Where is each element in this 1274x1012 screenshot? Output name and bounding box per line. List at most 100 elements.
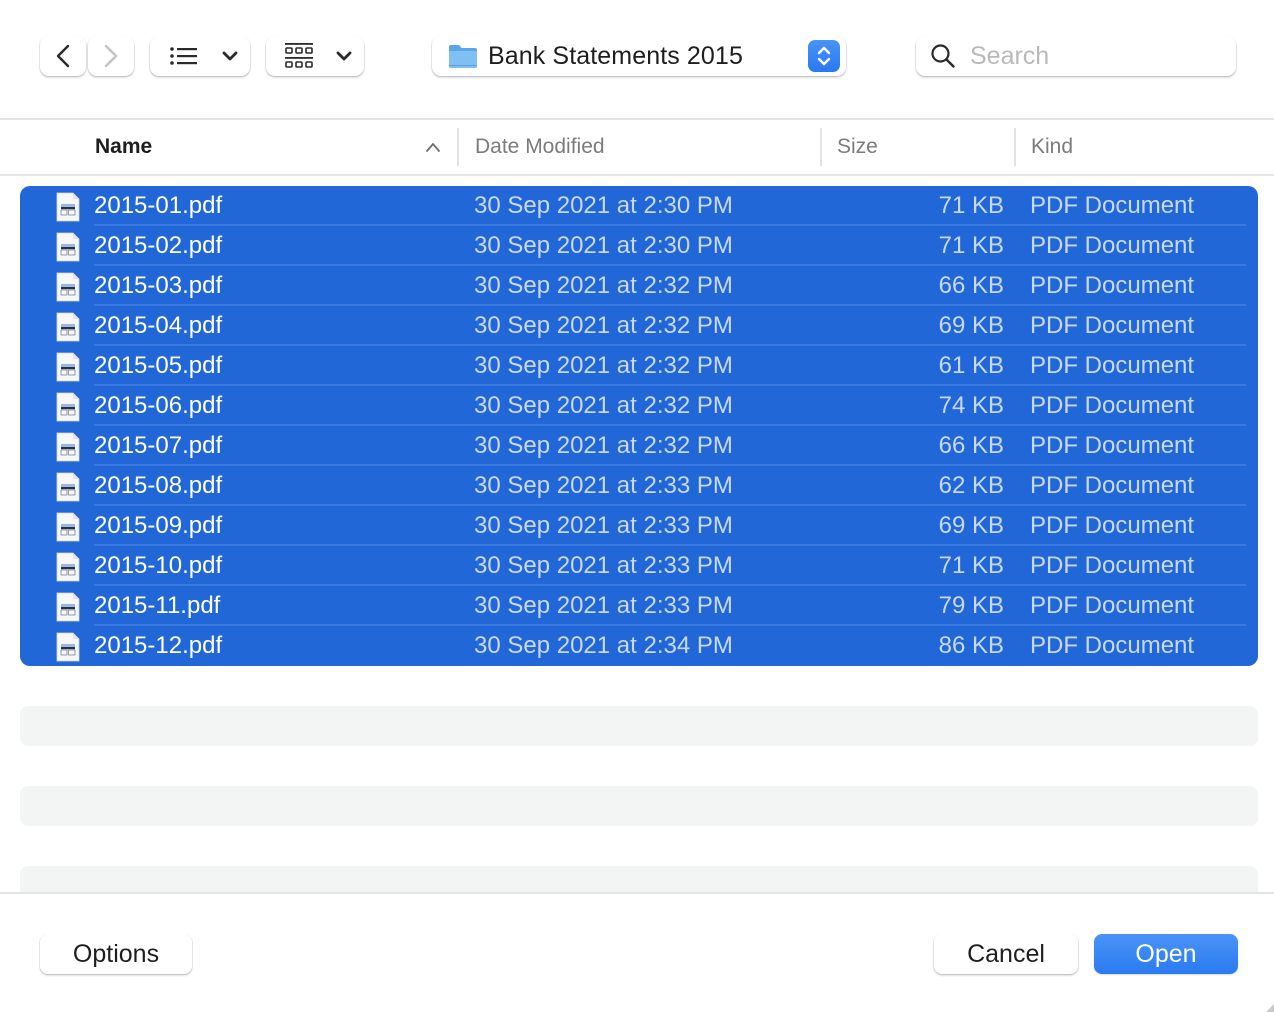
file-name: 2015-05.pdf <box>94 352 223 379</box>
file-size: 86 KB <box>938 632 1004 659</box>
pdf-file-icon <box>56 632 80 662</box>
column-separator[interactable] <box>820 128 822 166</box>
forward-button[interactable] <box>88 36 134 76</box>
group-by-button[interactable] <box>266 36 364 76</box>
file-row[interactable]: 2015-08.pdf 30 Sep 2021 at 2:33 PM 62 KB PD… <box>20 466 1258 506</box>
dialog-footer: Options Cancel Open <box>0 894 1274 1012</box>
column-header-name[interactable]: Name <box>95 120 152 174</box>
file-date-modified: 30 Sep 2021 at 2:32 PM <box>474 392 733 419</box>
search-field[interactable]: Search <box>916 36 1236 76</box>
file-size: 61 KB <box>938 352 1004 379</box>
file-row[interactable]: 2015-09.pdf 30 Sep 2021 at 2:33 PM 69 KB PD… <box>20 506 1258 546</box>
file-row[interactable]: 2015-07.pdf 30 Sep 2021 at 2:32 PM 66 KB PD… <box>20 426 1258 466</box>
chevron-left-icon <box>56 44 70 68</box>
view-mode-button[interactable] <box>150 36 250 76</box>
file-date-modified: 30 Sep 2021 at 2:30 PM <box>474 192 733 219</box>
file-kind: PDF Document <box>1030 512 1195 539</box>
cancel-button[interactable]: Cancel <box>934 934 1078 974</box>
file-kind: PDF Document <box>1030 472 1195 499</box>
file-name: 2015-06.pdf <box>94 392 223 419</box>
file-size: 71 KB <box>938 192 1004 219</box>
file-row[interactable]: 2015-11.pdf 30 Sep 2021 at 2:33 PM 79 KB PD… <box>20 586 1258 626</box>
file-kind: PDF Document <box>1030 232 1195 259</box>
file-name: 2015-04.pdf <box>94 312 223 339</box>
file-list[interactable]: 2015-01.pdf 30 Sep 2021 at 2:30 PM 71 KB PD… <box>20 186 1258 666</box>
file-name: 2015-02.pdf <box>94 232 223 259</box>
file-size: 62 KB <box>938 472 1004 499</box>
file-row[interactable]: 2015-01.pdf 30 Sep 2021 at 2:30 PM 71 KB PD… <box>20 186 1258 226</box>
file-date-modified: 30 Sep 2021 at 2:33 PM <box>474 472 733 499</box>
pdf-file-icon <box>56 232 80 262</box>
location-popup[interactable]: Bank Statements 2015 <box>432 36 846 76</box>
toolbar: Bank Statements 2015 Search <box>0 0 1274 118</box>
file-row[interactable]: 2015-10.pdf 30 Sep 2021 at 2:33 PM 71 KB PD… <box>20 546 1258 586</box>
file-kind: PDF Document <box>1030 592 1195 619</box>
chevron-right-icon <box>104 44 118 68</box>
group-grid-icon <box>285 43 313 68</box>
pdf-file-icon <box>56 432 80 462</box>
pdf-file-icon <box>56 592 80 622</box>
column-header-bar: Name Date Modified Size Kind <box>0 120 1274 174</box>
file-date-modified: 30 Sep 2021 at 2:32 PM <box>474 272 733 299</box>
file-date-modified: 30 Sep 2021 at 2:34 PM <box>474 632 733 659</box>
file-date-modified: 30 Sep 2021 at 2:32 PM <box>474 312 733 339</box>
search-input[interactable]: Search <box>970 42 1049 71</box>
file-row[interactable]: 2015-02.pdf 30 Sep 2021 at 2:30 PM 71 KB PD… <box>20 226 1258 266</box>
file-kind: PDF Document <box>1030 552 1195 579</box>
file-row[interactable]: 2015-04.pdf 30 Sep 2021 at 2:32 PM 69 KB PD… <box>20 306 1258 346</box>
options-button[interactable]: Options <box>40 934 192 974</box>
file-kind: PDF Document <box>1030 312 1195 339</box>
chevron-down-icon <box>336 51 352 61</box>
file-date-modified: 30 Sep 2021 at 2:33 PM <box>474 592 733 619</box>
file-date-modified: 30 Sep 2021 at 2:33 PM <box>474 512 733 539</box>
location-label: Bank Statements 2015 <box>488 41 743 70</box>
file-date-modified: 30 Sep 2021 at 2:30 PM <box>474 232 733 259</box>
pdf-file-icon <box>56 352 80 382</box>
chevron-down-icon <box>222 51 238 61</box>
file-name: 2015-11.pdf <box>94 592 221 619</box>
column-header-kind[interactable]: Kind <box>1031 120 1073 174</box>
file-name: 2015-07.pdf <box>94 432 223 459</box>
column-header-date-modified[interactable]: Date Modified <box>475 120 605 174</box>
file-size: 74 KB <box>938 392 1004 419</box>
list-view-icon <box>170 47 197 65</box>
file-kind: PDF Document <box>1030 352 1195 379</box>
file-row[interactable]: 2015-05.pdf 30 Sep 2021 at 2:32 PM 61 KB PD… <box>20 346 1258 386</box>
empty-row-stripe <box>20 866 1258 892</box>
open-button[interactable]: Open <box>1094 934 1238 974</box>
file-name: 2015-01.pdf <box>94 192 223 219</box>
pdf-file-icon <box>56 552 80 582</box>
file-row[interactable]: 2015-12.pdf 30 Sep 2021 at 2:34 PM 86 KB PD… <box>20 626 1258 666</box>
file-name: 2015-03.pdf <box>94 272 223 299</box>
file-row[interactable]: 2015-03.pdf 30 Sep 2021 at 2:32 PM 66 KB PD… <box>20 266 1258 306</box>
file-size: 69 KB <box>938 512 1004 539</box>
file-name: 2015-08.pdf <box>94 472 223 499</box>
file-kind: PDF Document <box>1030 392 1195 419</box>
file-kind: PDF Document <box>1030 192 1195 219</box>
sort-ascending-icon[interactable] <box>424 140 442 154</box>
file-date-modified: 30 Sep 2021 at 2:33 PM <box>474 552 733 579</box>
location-stepper[interactable] <box>808 40 840 72</box>
file-date-modified: 30 Sep 2021 at 2:32 PM <box>474 352 733 379</box>
pdf-file-icon <box>56 312 80 342</box>
column-separator[interactable] <box>1014 128 1016 166</box>
back-button[interactable] <box>40 36 86 76</box>
pdf-file-icon <box>56 192 80 222</box>
column-separator[interactable] <box>457 128 459 166</box>
file-kind: PDF Document <box>1030 432 1195 459</box>
header-divider <box>0 174 1274 176</box>
empty-row-stripe <box>20 706 1258 746</box>
file-size: 66 KB <box>938 432 1004 459</box>
file-name: 2015-09.pdf <box>94 512 223 539</box>
file-size: 69 KB <box>938 312 1004 339</box>
file-kind: PDF Document <box>1030 272 1195 299</box>
file-name: 2015-12.pdf <box>94 632 223 659</box>
file-name: 2015-10.pdf <box>94 552 223 579</box>
file-size: 79 KB <box>938 592 1004 619</box>
file-row[interactable]: 2015-06.pdf 30 Sep 2021 at 2:32 PM 74 KB PD… <box>20 386 1258 426</box>
file-size: 71 KB <box>938 232 1004 259</box>
column-header-size[interactable]: Size <box>837 120 878 174</box>
resize-grip-icon[interactable] <box>1264 1002 1274 1012</box>
folder-icon <box>449 45 477 68</box>
file-size: 66 KB <box>938 272 1004 299</box>
